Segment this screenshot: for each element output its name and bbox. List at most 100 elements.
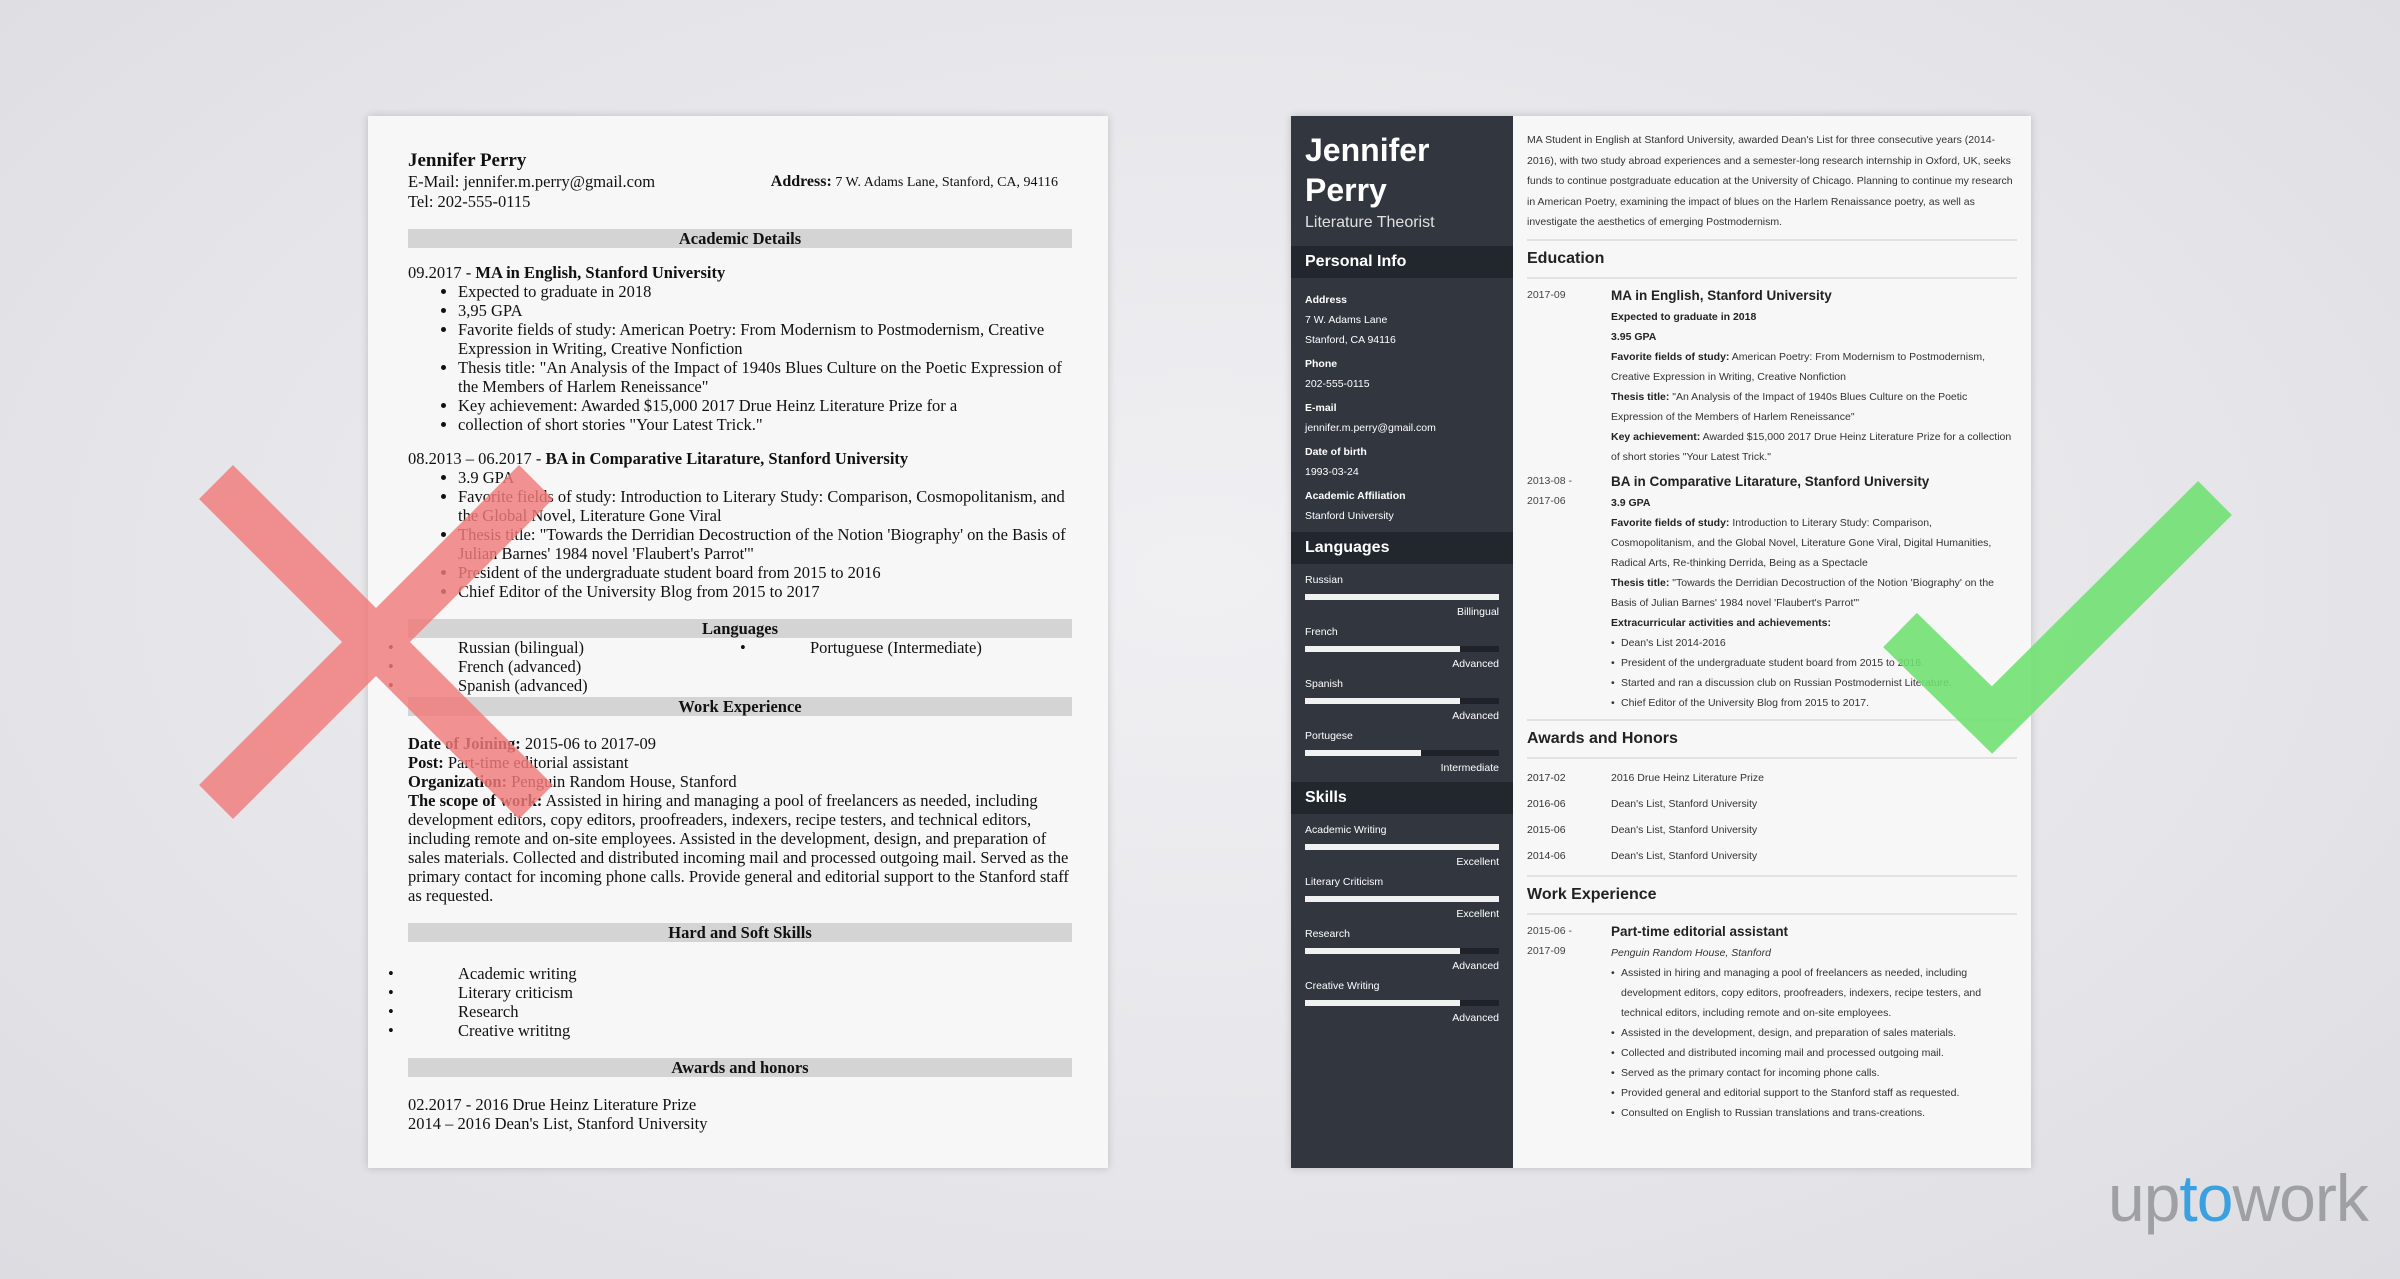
scope-label: The scope of work: [408, 791, 543, 810]
education-title: 09.2017 - MA in English, Stanford Univer… [408, 263, 1072, 282]
bar-label: Spanish [1305, 678, 1343, 690]
list-item: Chief Editor of the University Blog from… [1611, 693, 2017, 713]
personal-info-header: Personal Info [1291, 246, 1513, 278]
section-work: Work Experience [408, 697, 1072, 716]
skill-item: Literary criticism [388, 983, 1072, 1002]
date-part: 2013-08 - [1527, 474, 1572, 487]
level-text: Excellent [1456, 856, 1499, 868]
education-field: Key achievement: Awarded $15,000 2017 Dr… [1611, 427, 2017, 467]
award-text: 2016 Drue Heinz Literature Prize [1611, 771, 1764, 784]
education-entry: 2013-08 - 2017-06 BA in Comparative Litara… [1527, 471, 2017, 713]
award-row: 2015-06 Dean's List, Stanford University [1527, 817, 2017, 843]
date-part: 2017-09 [1527, 288, 1566, 301]
education-bullets: Expected to graduate in 20183,95 GPAFavo… [408, 282, 1072, 434]
skill-item: Creative writitng [388, 1021, 1072, 1040]
level-bar-fill [1305, 594, 1499, 600]
skill-item: Research [388, 1002, 1072, 1021]
education-field: Favorite fields of study: American Poetr… [1611, 347, 2017, 387]
languages-header: Languages [1291, 532, 1513, 564]
language-item: Portuguese (Intermediate) [740, 638, 982, 657]
academic-list: 09.2017 - MA in English, Stanford Univer… [408, 263, 1072, 601]
list-item: collection of short stories "Your Latest… [458, 415, 1072, 434]
list-item: Thesis title: "Towards the Derridian Dec… [458, 525, 1072, 563]
education-bullets: 3.9 GPAFavorite fields of study: Introdu… [408, 468, 1072, 601]
level-bar [1305, 698, 1499, 704]
education-list: 2017-09 MA in English, Stanford Universit… [1527, 285, 2017, 713]
list-item: President of the undergraduate student b… [1611, 653, 2017, 673]
level-bar [1305, 844, 1499, 850]
award-date: 2017-02 [1527, 771, 1566, 784]
email-value: jennifer.m.perry@gmail.com [463, 172, 656, 191]
level-text: Advanced [1452, 658, 1499, 670]
section-languages: Languages [408, 619, 1072, 638]
info-value: jennifer.m.perry@gmail.com [1305, 422, 1436, 434]
education-highlight: 3.95 GPA [1611, 327, 2017, 347]
education-date: 09.2017 - [408, 263, 476, 282]
award-item: 02.2017 - 2016 Drue Heinz Literature Pri… [408, 1095, 697, 1114]
language-item: Russian (bilingual) [388, 638, 740, 657]
education-degree: MA in English, Stanford University [475, 263, 726, 282]
level-text: Excellent [1456, 908, 1499, 920]
level-text: Advanced [1452, 710, 1499, 722]
date-label: Date of Joining: [408, 734, 521, 753]
address-label: Address: [770, 173, 832, 190]
education-header: Education [1527, 249, 1605, 267]
education-degree: BA in Comparative Litarature, Stanford U… [545, 449, 909, 468]
list-item: Dean's List 2014-2016 [1611, 633, 2017, 653]
field-label: Favorite fields of study: [1611, 350, 1730, 363]
uptowork-logo: uptowork [2108, 1160, 2369, 1236]
education-field: Thesis title: "Towards the Derridian Dec… [1611, 573, 2017, 613]
education-highlight: Expected to graduate in 2018 [1611, 307, 2017, 327]
education-title: BA in Comparative Litarature, Stanford U… [1611, 473, 1930, 489]
level-bar [1305, 896, 1499, 902]
awards-list: 02.2017 - 2016 Drue Heinz Literature Pri… [408, 1095, 1072, 1133]
extra-bullets: Dean's List 2014-2016President of the un… [1611, 633, 2017, 713]
list-item: Collected and distributed incoming mail … [1611, 1043, 2017, 1063]
list-item: Expected to graduate in 2018 [458, 282, 1072, 301]
list-item: 3.9 GPA [458, 468, 1072, 487]
bar-label: Portugese [1305, 730, 1353, 742]
info-label: Address [1305, 294, 1348, 306]
level-text: Advanced [1452, 1012, 1499, 1024]
good-resume-example: Jennifer Perry Literature Theorist Perso… [1291, 116, 2031, 1168]
work-bullets: Assisted in hiring and managing a pool o… [1611, 963, 2017, 1123]
info-value: 202-555-0115 [1305, 378, 1370, 390]
work-date: 2015-06 - 2017-09 [1527, 921, 1611, 1123]
bold-text: 3.9 GPA [1611, 496, 1651, 509]
level-bar [1305, 1000, 1499, 1006]
bar-label: French [1305, 626, 1338, 638]
section-skills: Hard and Soft Skills [408, 923, 1072, 942]
work-entry: 2015-06 - 2017-09 Part-time editorial ass… [1527, 921, 2017, 1123]
info-label: E-mail [1305, 402, 1337, 414]
education-entry: 2017-09 MA in English, Stanford Universit… [1527, 285, 2017, 467]
bar-label: Russian [1305, 574, 1343, 586]
work-org: Penguin Random House, Stanford [1611, 946, 1771, 959]
resume-sidebar: Jennifer Perry Literature Theorist Perso… [1291, 116, 1513, 1168]
extra-label: Extracurricular activities and achieveme… [1611, 613, 2017, 633]
resume-name: Jennifer Perry [1291, 116, 1513, 210]
list-item: President of the undergraduate student b… [458, 563, 1072, 582]
field-label: Thesis title: [1611, 576, 1670, 589]
tel-value: 202-555-0115 [437, 192, 531, 211]
list-item: Assisted in hiring and managing a pool o… [1611, 963, 2017, 1023]
level-bar-fill [1305, 698, 1461, 704]
level-text: Billingual [1456, 606, 1499, 618]
award-text: Dean's List, Stanford University [1611, 849, 1758, 862]
field-label: Favorite fields of study: [1611, 516, 1730, 529]
education-title: 08.2013 – 06.2017 - BA in Comparative Li… [408, 449, 1072, 468]
award-date: 2014-06 [1527, 849, 1566, 862]
bad-resume-example: Jennifer Perry E-Mail: jennifer.m.perry@… [368, 116, 1108, 1168]
resume-name: Jennifer Perry [408, 150, 527, 171]
languages-list: Russian (bilingual)French (advanced)Span… [388, 638, 1072, 695]
level-bar-fill [1305, 844, 1499, 850]
info-value: 1993-03-24 [1305, 466, 1359, 478]
personal-info: Address 7 W. Adams Lane Stanford, CA 94116… [1291, 278, 1513, 530]
field-value: "Towards the Derridian Decostruction of … [1611, 576, 1995, 609]
education-date: 2013-08 - 2017-06 [1527, 471, 1611, 713]
info-value: Stanford University [1305, 510, 1394, 522]
award-text: Dean's List, Stanford University [1611, 823, 1758, 836]
skills-list: Academic Writing Excellent Literary Critic… [1291, 814, 1513, 1024]
tel-label: Tel: [408, 192, 434, 211]
list-item: Assisted in the development, design, and… [1611, 1023, 2017, 1043]
divider [1527, 276, 2017, 279]
